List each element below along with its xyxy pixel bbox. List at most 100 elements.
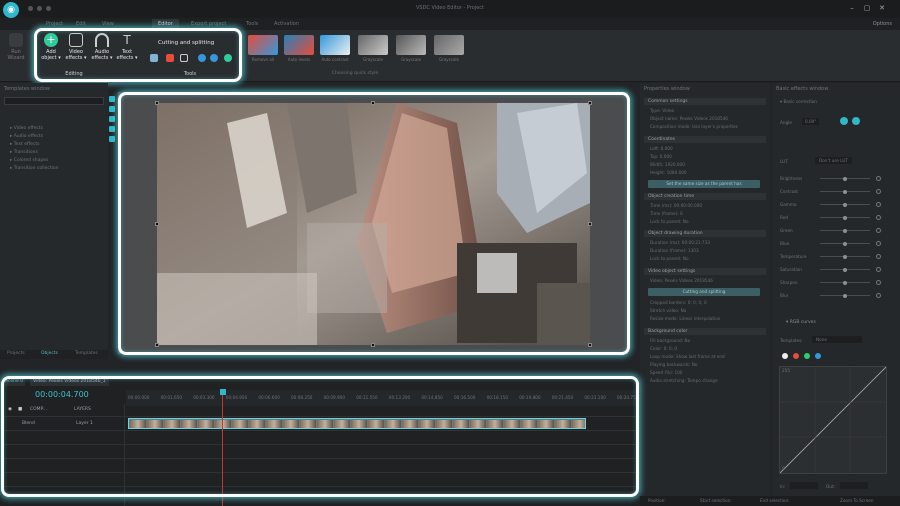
quick-style-grayscale-3[interactable] <box>434 35 464 55</box>
tree-item[interactable]: ▸ Audio effects <box>10 134 100 139</box>
prop-row[interactable]: Playing backwards: No <box>650 362 762 367</box>
prop-row[interactable]: Top: 0.000 <box>650 154 762 159</box>
reset-icon[interactable] <box>876 267 881 272</box>
shape-tool-icon[interactable] <box>109 136 115 142</box>
prop-row[interactable]: Loop mode: Show last frame at end <box>650 354 762 359</box>
reset-icon[interactable] <box>876 202 881 207</box>
prop-section-coordinates[interactable]: Coordinates <box>644 136 766 143</box>
prop-row[interactable]: Duration (ms): 00:00:21.733 <box>650 240 762 245</box>
curve-in-input[interactable] <box>790 482 818 489</box>
basic-correction-header[interactable]: ▾ Basic correction <box>780 99 817 104</box>
save-icon[interactable] <box>28 6 33 11</box>
cutting-splitting-button[interactable]: Cutting and splitting <box>648 288 760 296</box>
templates-search-input[interactable] <box>4 97 104 105</box>
curve-out-input[interactable] <box>840 482 868 489</box>
prop-row[interactable]: Stretch video: No <box>650 308 762 313</box>
tree-item[interactable]: ▸ Transitions <box>10 150 100 155</box>
prop-row[interactable]: Duration (frame): 1303 <box>650 248 762 253</box>
prop-row[interactable]: Type: Video <box>650 108 762 113</box>
effect-slider[interactable] <box>820 215 870 220</box>
slider-knob[interactable] <box>843 293 847 298</box>
prop-section-common[interactable]: Common settings <box>644 98 766 105</box>
tab-objects[interactable]: Objects <box>38 351 61 356</box>
curve-editor[interactable] <box>779 366 887 474</box>
tab-templates[interactable]: Templates <box>72 351 101 356</box>
tree-item[interactable]: ▸ Transition collection <box>10 166 100 171</box>
tree-item[interactable]: ▸ Video effects <box>10 126 100 131</box>
effect-slider[interactable] <box>820 254 870 259</box>
slider-knob[interactable] <box>843 280 847 285</box>
effect-slider[interactable] <box>820 280 870 285</box>
slider-knob[interactable] <box>843 254 847 259</box>
prop-section-video-settings[interactable]: Video object settings <box>644 268 766 275</box>
slider-knob[interactable] <box>843 202 847 207</box>
quick-style-remove-all[interactable] <box>248 35 278 55</box>
tab-projects[interactable]: Projects <box>4 351 28 356</box>
lut-select[interactable]: Don't use LUT <box>815 157 853 164</box>
rotate-ccw-icon[interactable] <box>840 117 848 125</box>
reset-icon[interactable] <box>876 280 881 285</box>
quick-style-grayscale-1[interactable] <box>358 35 388 55</box>
prop-row[interactable]: Audio stretching: Tempo change <box>650 378 762 383</box>
redo-icon[interactable] <box>46 6 51 11</box>
prop-row[interactable]: Speed (%): 100 <box>650 370 762 375</box>
pointer-tool-icon[interactable] <box>109 96 115 102</box>
angle-input[interactable]: 0.00° <box>802 118 820 125</box>
set-same-size-button[interactable]: Set the same size as the parent has <box>648 180 760 188</box>
prop-section-drawing-duration[interactable]: Object drawing duration <box>644 230 766 237</box>
run-wizard-button[interactable]: Run Wizard <box>3 33 29 61</box>
prop-row[interactable]: Left: 0.000 <box>650 146 762 151</box>
effect-slider[interactable] <box>820 189 870 194</box>
slider-knob[interactable] <box>843 267 847 272</box>
prop-section-creation-time[interactable]: Object creation time <box>644 193 766 200</box>
prop-row[interactable]: Time (ms): 00:00:00.000 <box>650 203 762 208</box>
effect-slider[interactable] <box>820 293 870 298</box>
text-tool-icon[interactable] <box>109 126 115 132</box>
prop-row[interactable]: Color: 0; 0; 0 <box>650 346 762 351</box>
curve-channel-red[interactable] <box>793 353 799 359</box>
slider-knob[interactable] <box>843 189 847 194</box>
effect-slider[interactable] <box>820 228 870 233</box>
rgb-curves-header[interactable]: ▾ RGB curves <box>786 320 816 325</box>
reset-icon[interactable] <box>876 176 881 181</box>
prop-row[interactable]: Lock to parent: No <box>650 219 762 224</box>
curve-channel-all[interactable] <box>782 353 788 359</box>
curve-templates-select[interactable]: None <box>812 336 862 343</box>
rotate-cw-icon[interactable] <box>852 117 860 125</box>
effect-slider[interactable] <box>820 202 870 207</box>
prop-row[interactable]: Cropped borders: 0; 0; 0; 0 <box>650 300 762 305</box>
minimize-icon[interactable]: – <box>846 3 858 13</box>
curve-channel-green[interactable] <box>804 353 810 359</box>
slider-knob[interactable] <box>843 176 847 181</box>
slider-knob[interactable] <box>843 228 847 233</box>
slider-knob[interactable] <box>843 241 847 246</box>
prop-row[interactable]: Composition mode: Use layer's properties <box>650 124 762 129</box>
zoom-tool-icon[interactable] <box>109 106 115 112</box>
curve-channel-blue[interactable] <box>815 353 821 359</box>
effect-slider[interactable] <box>820 176 870 181</box>
close-icon[interactable]: ✕ <box>876 3 888 13</box>
prop-row[interactable]: Width: 1920.000 <box>650 162 762 167</box>
prop-row[interactable]: Video: Pexels Videos 2018546 <box>650 278 762 283</box>
reset-icon[interactable] <box>876 189 881 194</box>
hand-tool-icon[interactable] <box>109 116 115 122</box>
prop-row[interactable]: Lock to parent: No <box>650 256 762 261</box>
tab-tools[interactable]: Tools <box>240 19 264 29</box>
quick-style-auto-levels[interactable] <box>284 35 314 55</box>
prop-row[interactable]: Resize mode: Linear interpolation <box>650 316 762 321</box>
slider-knob[interactable] <box>843 215 847 220</box>
undo-icon[interactable] <box>37 6 42 11</box>
prop-row[interactable]: Object name: Pexels Videos 2018546 <box>650 116 762 121</box>
zoom-to-screen-button[interactable]: Zoom To Screen <box>840 498 874 503</box>
reset-icon[interactable] <box>876 241 881 246</box>
options-button[interactable]: Options <box>873 19 892 29</box>
reset-icon[interactable] <box>876 293 881 298</box>
maximize-icon[interactable]: ▢ <box>861 3 873 13</box>
effect-slider[interactable] <box>820 267 870 272</box>
prop-row[interactable]: Fill background: No <box>650 338 762 343</box>
prop-row[interactable]: Height: 1080.000 <box>650 170 762 175</box>
quick-style-grayscale-2[interactable] <box>396 35 426 55</box>
quick-style-auto-contrast[interactable] <box>320 35 350 55</box>
prop-section-background[interactable]: Background color <box>644 328 766 335</box>
tab-activation[interactable]: Activation <box>268 19 305 29</box>
